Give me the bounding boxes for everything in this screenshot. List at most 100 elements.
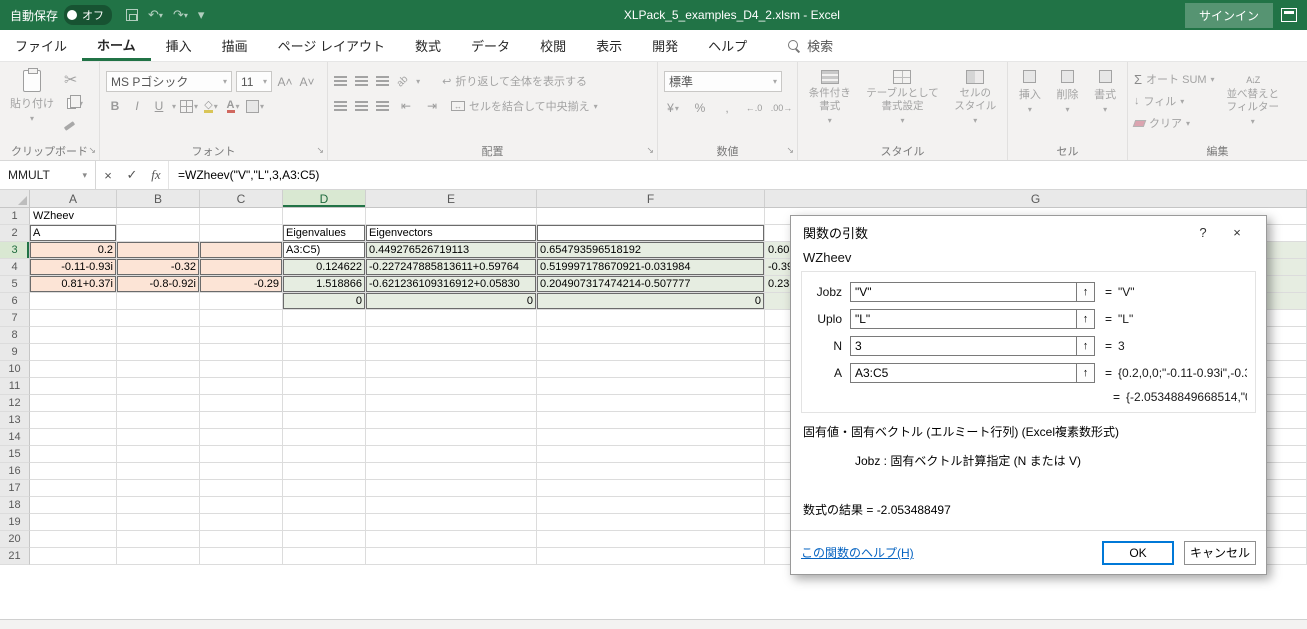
cell-E1[interactable] — [366, 208, 537, 225]
argument-input-jobz[interactable] — [851, 283, 1076, 301]
borders-button[interactable]: ▾ — [180, 97, 198, 115]
row-header-13[interactable]: 13 — [0, 412, 30, 429]
cell-E10[interactable] — [366, 361, 537, 378]
format-cells-button[interactable]: 書式 ▾ — [1090, 66, 1120, 141]
cell-C11[interactable] — [200, 378, 283, 395]
underline-button[interactable]: U — [150, 97, 168, 115]
collapse-dialog-button[interactable]: ↑ — [1076, 310, 1094, 328]
autosave-control[interactable]: 自動保存 オフ — [10, 5, 112, 25]
cell-A17[interactable] — [30, 480, 117, 497]
row-header-11[interactable]: 11 — [0, 378, 30, 395]
cell-C9[interactable] — [200, 344, 283, 361]
row-header-7[interactable]: 7 — [0, 310, 30, 327]
row-header-9[interactable]: 9 — [0, 344, 30, 361]
row-header-20[interactable]: 20 — [0, 531, 30, 548]
cell-C21[interactable] — [200, 548, 283, 565]
cell-D14[interactable] — [283, 429, 366, 446]
cell-A5[interactable]: 0.81+0.37i — [30, 276, 117, 293]
cell-D19[interactable] — [283, 514, 366, 531]
cell-E7[interactable] — [366, 310, 537, 327]
dialog-close-icon[interactable]: × — [1220, 225, 1254, 240]
insert-function-icon[interactable]: fx — [144, 167, 168, 183]
cell-C16[interactable] — [200, 463, 283, 480]
cell-E16[interactable] — [366, 463, 537, 480]
fill-button[interactable]: ↓フィル▾ — [1134, 93, 1215, 109]
cell-D12[interactable] — [283, 395, 366, 412]
dialog-help-icon[interactable]: ? — [1186, 225, 1220, 240]
align-top-icon[interactable] — [334, 76, 347, 86]
tab-home[interactable]: ホーム — [82, 30, 151, 61]
cell-F16[interactable] — [537, 463, 765, 480]
column-header-F[interactable]: F — [537, 190, 765, 207]
cell-B16[interactable] — [117, 463, 200, 480]
ok-button[interactable]: OK — [1102, 541, 1174, 565]
row-header-1[interactable]: 1 — [0, 208, 30, 225]
cell-F18[interactable] — [537, 497, 765, 514]
tab-view[interactable]: 表示 — [581, 30, 637, 61]
name-box[interactable]: MMULT ▾ — [0, 161, 96, 189]
cell-D4[interactable]: 0.124622 — [283, 259, 366, 276]
decrease-indent-icon[interactable]: ⇤ — [397, 97, 415, 115]
cell-C2[interactable] — [200, 225, 283, 242]
cell-E9[interactable] — [366, 344, 537, 361]
cell-B11[interactable] — [117, 378, 200, 395]
paste-button[interactable]: 貼り付け ▾ — [6, 66, 58, 141]
cell-D1[interactable] — [283, 208, 366, 225]
cell-F20[interactable] — [537, 531, 765, 548]
cell-F8[interactable] — [537, 327, 765, 344]
font-size-combo[interactable]: 11 ▾ — [236, 71, 272, 92]
function-help-link[interactable]: この関数のヘルプ(H) — [801, 544, 914, 561]
cell-C13[interactable] — [200, 412, 283, 429]
row-header-5[interactable]: 5 — [0, 276, 30, 293]
cell-F3[interactable]: 0.654793596518192 — [537, 242, 765, 259]
format-as-table-button[interactable]: テーブルとして 書式設定 ▾ — [862, 66, 943, 141]
select-all-corner[interactable] — [0, 190, 30, 207]
cell-A14[interactable] — [30, 429, 117, 446]
font-name-combo[interactable]: MS Pゴシック ▾ — [106, 71, 232, 92]
cell-C20[interactable] — [200, 531, 283, 548]
cell-A11[interactable] — [30, 378, 117, 395]
cell-D21[interactable] — [283, 548, 366, 565]
cell-B7[interactable] — [117, 310, 200, 327]
cell-D8[interactable] — [283, 327, 366, 344]
align-middle-icon[interactable] — [355, 76, 368, 86]
cell-C17[interactable] — [200, 480, 283, 497]
cell-D13[interactable] — [283, 412, 366, 429]
cell-A20[interactable] — [30, 531, 117, 548]
fill-color-button[interactable]: ◇▾ — [202, 97, 220, 115]
cell-E21[interactable] — [366, 548, 537, 565]
cell-E15[interactable] — [366, 446, 537, 463]
dialog-launcher-icon[interactable]: ↘ — [646, 145, 654, 156]
cell-A2[interactable]: A — [30, 225, 117, 242]
cell-B18[interactable] — [117, 497, 200, 514]
cancel-button[interactable]: キャンセル — [1184, 541, 1256, 565]
sort-filter-button[interactable]: A↓Z 並べ替えと フィルター ▾ — [1223, 71, 1284, 141]
cell-A7[interactable] — [30, 310, 117, 327]
tab-insert[interactable]: 挿入 — [151, 30, 207, 61]
cell-B14[interactable] — [117, 429, 200, 446]
cell-B17[interactable] — [117, 480, 200, 497]
tab-page-layout[interactable]: ページ レイアウト — [263, 30, 400, 61]
cell-F10[interactable] — [537, 361, 765, 378]
align-left-icon[interactable] — [334, 101, 347, 111]
cell-E8[interactable] — [366, 327, 537, 344]
row-header-19[interactable]: 19 — [0, 514, 30, 531]
cell-E14[interactable] — [366, 429, 537, 446]
argument-input-uplo[interactable] — [851, 310, 1076, 328]
column-header-C[interactable]: C — [200, 190, 283, 207]
collapse-dialog-button[interactable]: ↑ — [1076, 337, 1094, 355]
row-header-2[interactable]: 2 — [0, 225, 30, 242]
cell-F1[interactable] — [537, 208, 765, 225]
cell-D2[interactable]: Eigenvalues — [283, 225, 366, 242]
percent-button[interactable]: % — [691, 99, 709, 117]
cell-F5[interactable]: 0.204907317474214-0.507777 — [537, 276, 765, 293]
orientation-icon[interactable]: ab — [395, 73, 411, 89]
row-header-10[interactable]: 10 — [0, 361, 30, 378]
row-header-3[interactable]: 3 — [0, 242, 30, 259]
argument-input-n[interactable] — [851, 337, 1076, 355]
row-header-17[interactable]: 17 — [0, 480, 30, 497]
cell-F6[interactable]: 0 — [537, 293, 765, 310]
cell-B21[interactable] — [117, 548, 200, 565]
cell-E20[interactable] — [366, 531, 537, 548]
currency-button[interactable]: ¥▾ — [664, 99, 682, 117]
